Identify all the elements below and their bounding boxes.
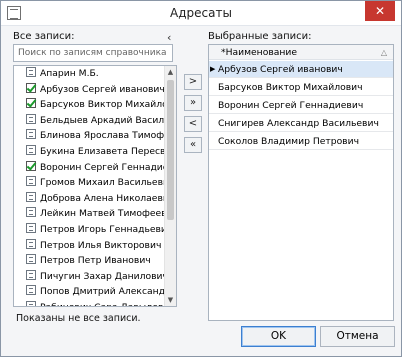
table-cell-name: Соколов Владимир Петрович: [218, 136, 359, 147]
list-item-label: Петров Игорь Геннадьевич: [40, 223, 165, 235]
table-cell-name: Арбузов Сергей иванович: [218, 64, 343, 75]
list-item-label: Воронин Сергей Геннадиевич: [40, 161, 165, 173]
vertical-scrollbar[interactable]: ▲ ▼: [164, 66, 176, 306]
list-item-label: Пичугин Захар Данилович (Н...: [40, 270, 165, 282]
close-button[interactable]: ✕: [365, 1, 395, 21]
list-status-text: Показаны не все записи.: [16, 313, 141, 324]
selected-records-label: Выбранные записи:: [208, 31, 312, 42]
list-item-label: Петров Петр Иванович: [40, 255, 151, 267]
list-item[interactable]: Доброва Алена Николаевна (...: [14, 191, 165, 207]
record-icon: [26, 176, 36, 187]
list-item-label: Громов Михаил Васильевич: [40, 177, 165, 189]
checked-record-icon: [26, 82, 36, 93]
table-cell-name: Барсуков Виктор Михайлович: [218, 82, 363, 93]
table-row[interactable]: Воронин Сергей Геннадиевич: [209, 97, 393, 114]
record-icon: [26, 269, 36, 280]
record-icon: [26, 222, 36, 233]
table-cell-name: Снигирев Александр Васильевич: [218, 118, 379, 129]
list-item-label: Бельдыев Аркадий Васильеви...: [40, 114, 165, 126]
scroll-up-arrow-icon[interactable]: ▲: [165, 66, 176, 78]
record-icon: [26, 144, 36, 155]
list-item[interactable]: Петров Игорь Геннадьевич: [14, 222, 165, 238]
add-all-button[interactable]: »: [184, 95, 202, 111]
list-item[interactable]: Пичугин Захар Данилович (Н...: [14, 269, 165, 285]
scroll-thumb[interactable]: [167, 80, 174, 220]
selected-records-grid[interactable]: *Наименование △ ▶ Арбузов Сергей иванович…: [208, 44, 394, 321]
list-item[interactable]: Букина Елизавета Пересветов...: [14, 144, 165, 160]
dialog-window: Адресаты ✕ Все записи: ‹ Апарин М.Б. Арбу…: [0, 0, 402, 357]
list-item-label: Апарин М.Б.: [40, 68, 99, 79]
checked-record-icon: [26, 98, 36, 109]
list-item-label: Арбузов Сергей иванович: [40, 83, 165, 95]
list-item[interactable]: Апарин М.Б.: [14, 66, 165, 82]
current-row-marker-icon: ▶: [210, 65, 216, 73]
list-item-label: Барсуков Виктор Михайлович: [40, 99, 165, 111]
list-item[interactable]: Громов Михаил Васильевич: [14, 175, 165, 191]
list-item[interactable]: Бельдыев Аркадий Васильеви...: [14, 113, 165, 129]
list-item[interactable]: Блинова Ярослава Тимофеев...: [14, 128, 165, 144]
remove-selected-button[interactable]: <: [184, 116, 202, 132]
table-row[interactable]: Соколов Владимир Петрович: [209, 133, 393, 150]
table-row[interactable]: Снигирев Александр Васильевич: [209, 115, 393, 132]
table-row[interactable]: ▶ Арбузов Сергей иванович: [209, 61, 393, 78]
list-item-label: Доброва Алена Николаевна (...: [40, 192, 165, 204]
list-item[interactable]: Петров Петр Иванович: [14, 253, 165, 269]
list-item[interactable]: Лейкин Матвей Тимофеевич (...: [14, 206, 165, 222]
title-bar: Адресаты ✕: [1, 1, 401, 26]
all-records-rows: Апарин М.Б. Арбузов Сергей иванович Барсук…: [14, 66, 165, 306]
list-item[interactable]: Рабинович Сара Давыдовна (...: [14, 300, 165, 306]
remove-all-button[interactable]: «: [184, 137, 202, 153]
record-icon: [26, 191, 36, 202]
list-item-label: Рабинович Сара Давыдовна (...: [40, 302, 165, 306]
record-icon: [26, 285, 36, 296]
list-item-label: Попов Дмитрий Александров...: [40, 286, 165, 298]
checked-record-icon: [26, 160, 36, 171]
sort-ascending-icon[interactable]: △: [381, 45, 387, 60]
table-cell-name: Воронин Сергей Геннадиевич: [218, 100, 364, 111]
list-item[interactable]: Воронин Сергей Геннадиевич: [14, 160, 165, 176]
record-icon: [26, 238, 36, 249]
list-item-label: Лейкин Матвей Тимофеевич (...: [40, 208, 165, 220]
scroll-down-arrow-icon[interactable]: ▼: [165, 294, 176, 306]
record-icon: [26, 254, 36, 265]
column-header-name[interactable]: *Наименование △: [209, 45, 393, 60]
list-item[interactable]: Барсуков Виктор Михайлович: [14, 97, 165, 113]
table-row[interactable]: Барсуков Виктор Михайлович: [209, 79, 393, 96]
cancel-button[interactable]: Отмена: [320, 326, 395, 347]
list-item-label: Букина Елизавета Пересветов...: [40, 145, 165, 157]
search-input[interactable]: [13, 44, 173, 62]
chevron-left-icon[interactable]: ‹: [167, 31, 171, 44]
list-item[interactable]: Попов Дмитрий Александров...: [14, 284, 165, 300]
all-records-list[interactable]: Апарин М.Б. Арбузов Сергей иванович Барсук…: [13, 65, 177, 307]
record-icon: [26, 129, 36, 140]
list-item-label: Блинова Ярослава Тимофеев...: [40, 130, 165, 142]
record-icon: [26, 67, 36, 77]
record-icon: [26, 207, 36, 218]
add-selected-button[interactable]: >: [184, 74, 202, 90]
list-item[interactable]: Петров Илья Викторович (МД...: [14, 238, 165, 254]
ok-button[interactable]: OK: [241, 326, 316, 347]
list-item[interactable]: Арбузов Сергей иванович: [14, 82, 165, 98]
window-title: Адресаты: [170, 6, 232, 20]
all-records-label: Все записи:: [13, 31, 75, 42]
column-header-label: *Наименование: [221, 47, 297, 58]
list-item-label: Петров Илья Викторович (МД...: [40, 239, 165, 251]
record-icon: [26, 300, 36, 306]
record-icon: [26, 113, 36, 124]
